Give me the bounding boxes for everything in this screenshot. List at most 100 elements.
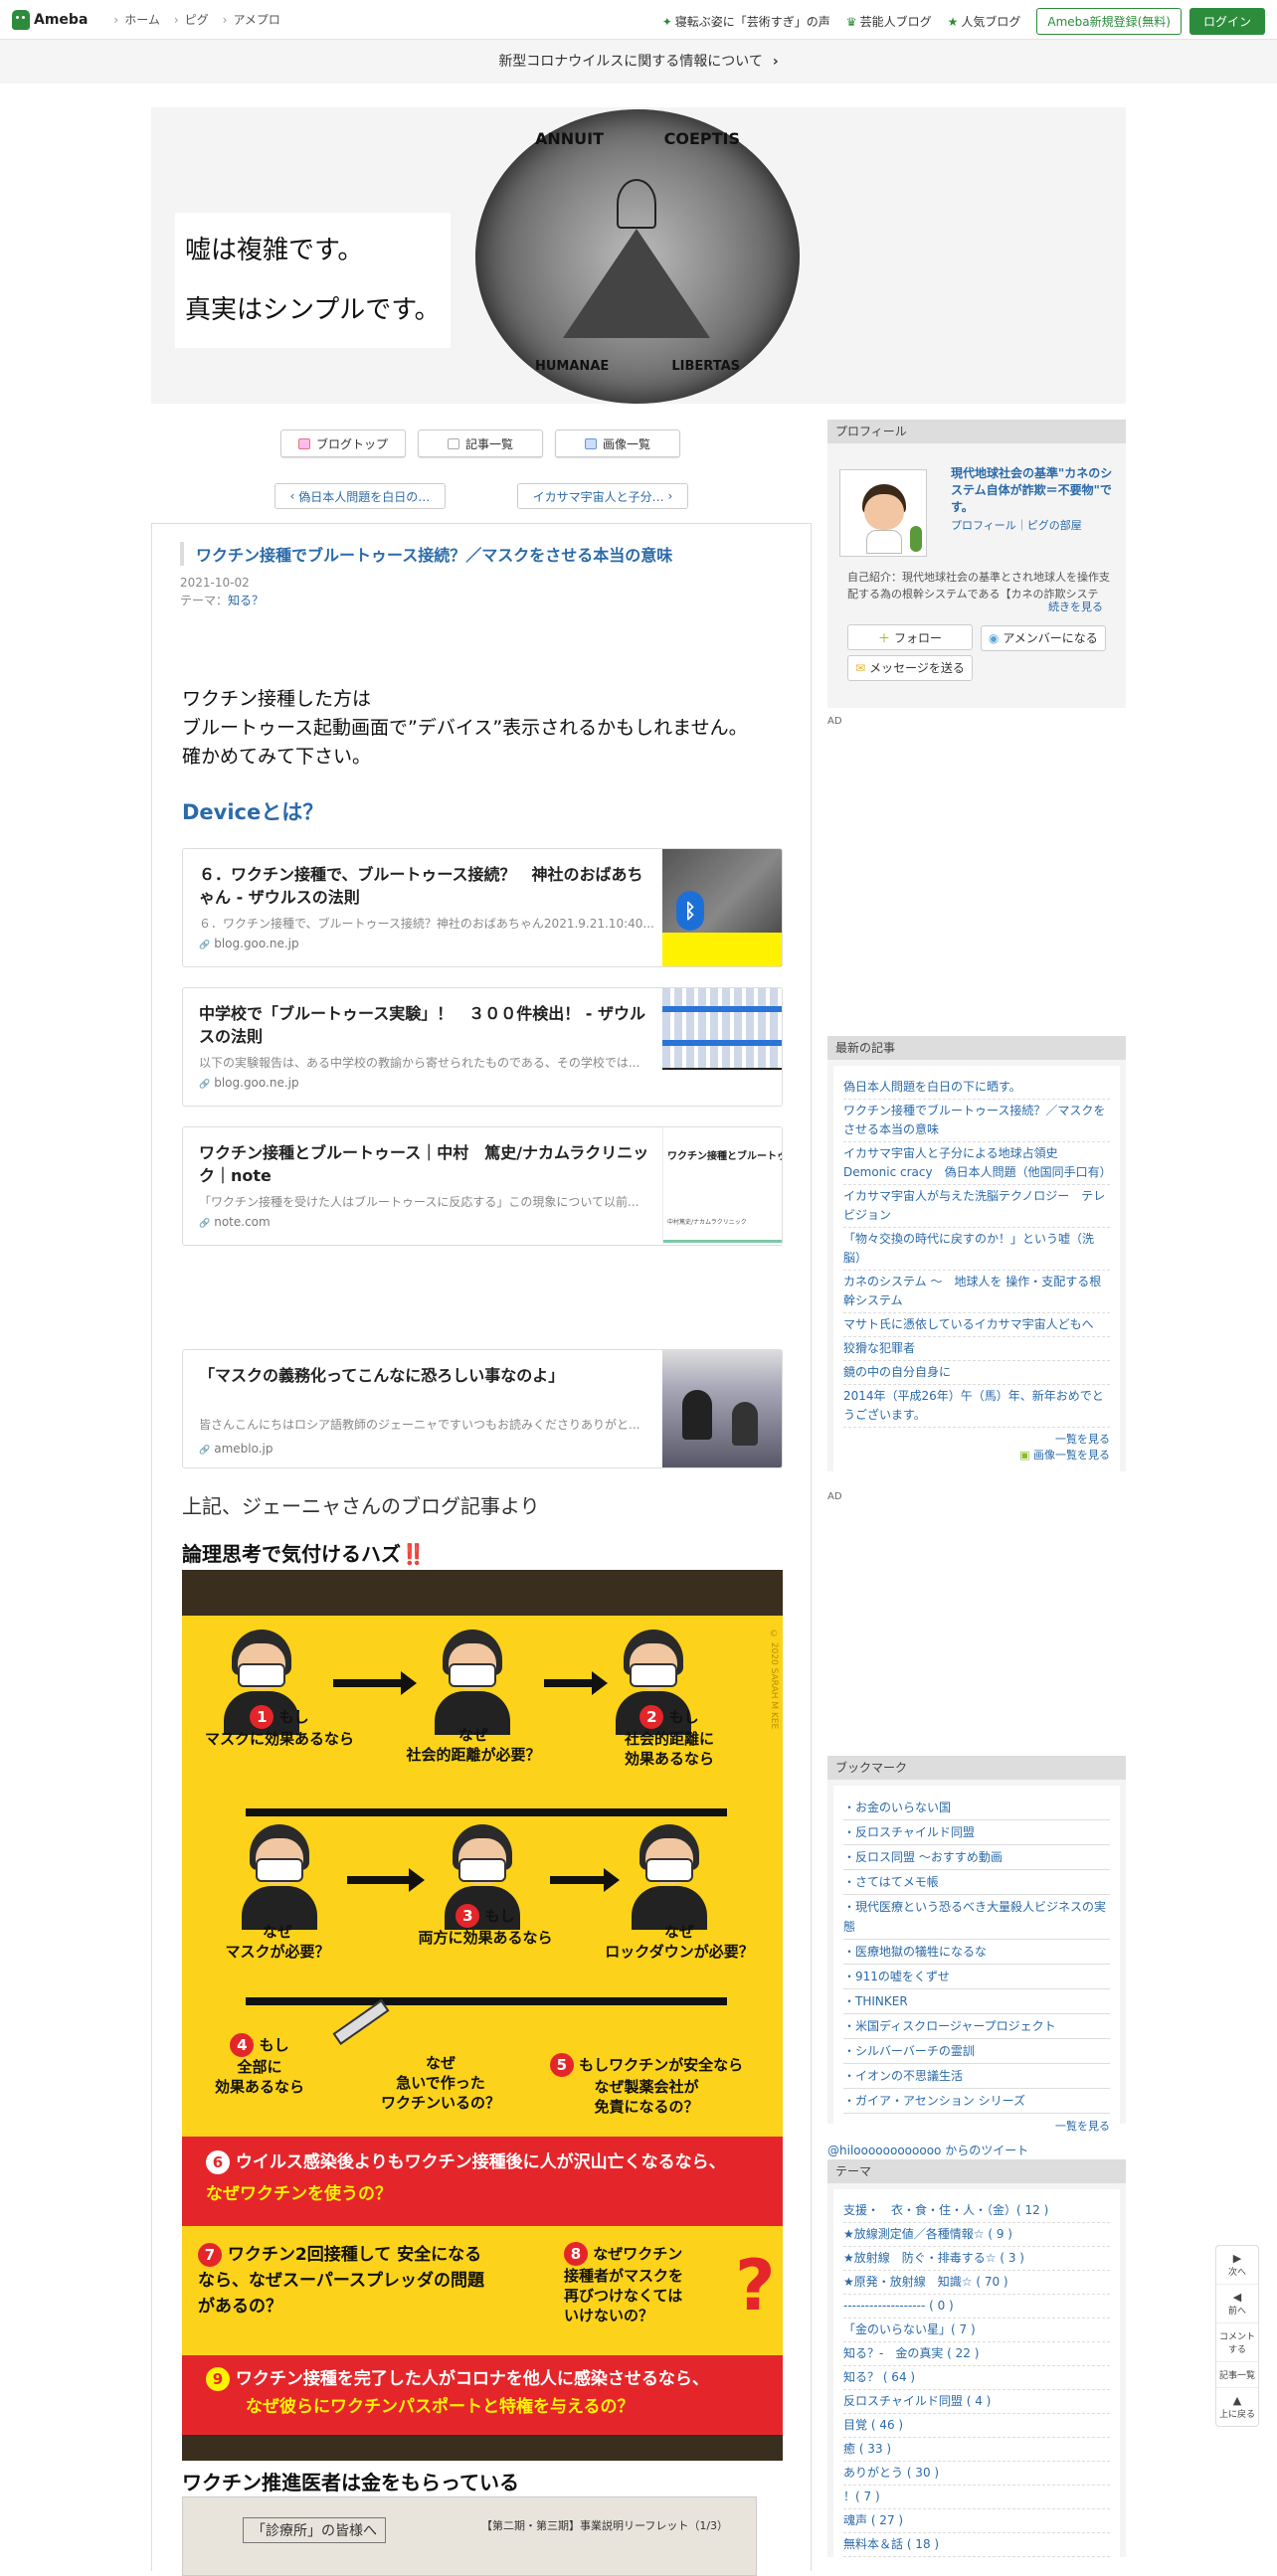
bookmark-link[interactable]: ・THINKER	[843, 1989, 1110, 2014]
next-button[interactable]: ▶ 次へ	[1216, 2246, 1258, 2285]
login-button[interactable]: ログイン	[1188, 8, 1265, 35]
theme-link[interactable]: 知る？ ( 64 )	[843, 2366, 1110, 2390]
theme-link[interactable]: ！( 7 )	[843, 2486, 1110, 2509]
top-bar: Ameba ホーム ピグ アメプロ ✦寝転ぶ姿に「芸術すぎ」の声 ♛芸能人ブログ…	[0, 0, 1277, 40]
theme-link[interactable]: 支援・ 衣・食・住・人・（金）( 12 )	[843, 2199, 1110, 2223]
register-button[interactable]: Ameba新規登録(無料)	[1036, 8, 1182, 35]
bookmark-link[interactable]: ・米国ディスクロージャープロジェクト	[843, 2014, 1110, 2039]
theme-link[interactable]: 無料本＆話 ( 18 )	[843, 2533, 1110, 2557]
bookmark-link[interactable]: ・シルバーバーチの霊訓	[843, 2039, 1110, 2064]
theme-header: テーマ	[827, 2159, 1126, 2183]
prev-article-button[interactable]: ‹ 偽日本人問題を白日の…	[274, 483, 446, 509]
article-lead: ワクチン接種した方は ブルートゥース起動画面で”デバイス”表示されるかもしれませ…	[182, 688, 748, 768]
link-card[interactable]: 「マスクの義務化ってこんなに恐ろしい事なのよ」 皆さんこんにちはロシア語教師のジ…	[182, 1349, 783, 1468]
thumb-caption-shape	[662, 933, 782, 966]
floating-nav: ▶ 次へ ◀ 前へ コメントする 記事一覧 ▲ 上に戻る	[1215, 2245, 1259, 2427]
bookmark-link[interactable]: ・さてはてメモ帳	[843, 1870, 1110, 1895]
theme-link[interactable]: 「金のいらない星」( 7 )	[843, 2318, 1110, 2342]
bookmark-link[interactable]: ・911の嘘をくずせ	[843, 1965, 1110, 1989]
amember-button[interactable]: ◉ アメンバーになる	[980, 624, 1106, 651]
recent-article-link[interactable]: 「物々交換の時代に戻すのか！」という嘘（洗脳）	[843, 1228, 1110, 1271]
nav-amepro[interactable]: アメプロ	[223, 11, 279, 28]
tab-blog-top[interactable]: ブログトップ	[280, 429, 406, 457]
link-card[interactable]: ６．ワクチン接種で、ブルートゥース接続？ 神社のおばあちゃん - ザウルスの法則…	[182, 848, 783, 967]
recent-article-link[interactable]: 偽日本人問題を白日の下に晒す。	[843, 1076, 1110, 1100]
recent-article-link[interactable]: 鏡の中の自分自身に	[843, 1361, 1110, 1385]
chevron-right-icon: ›	[772, 54, 779, 70]
recent-article-link[interactable]: ワクチン接種でブルートゥース接続？／マスクをさせる本当の意味	[843, 1100, 1110, 1142]
comment-button[interactable]: コメントする	[1216, 2323, 1258, 2362]
recent-article-link[interactable]: カネのシステム ～ 地球人を 操作・支配する根幹システム	[843, 1271, 1110, 1313]
leaflet-image[interactable]: 「診療所」の皆様へ 【第二期・第三期】事業説明リーフレット（1/3）	[182, 2496, 757, 2576]
bookmark-link[interactable]: ・イオンの不思議生活	[843, 2064, 1110, 2089]
back-to-top-button[interactable]: ▲ 上に戻る	[1216, 2388, 1258, 2426]
poster-q3: 3 もし 両方に効果あるなら	[401, 1904, 570, 1948]
poster-q1b: なぜ 社会的距離が必要？	[406, 1726, 541, 1764]
poster-q9b: なぜ彼らにワクチンパスポートと特権を与えるの？	[246, 2397, 635, 2417]
crown-icon: ♛	[845, 14, 857, 29]
link-card[interactable]: 中学校で「ブルートゥース実験」！ ３００件検出！ - ザウルスの法則 以下の実験…	[182, 987, 783, 1107]
theme-link[interactable]: 反ロスチャイルド同盟 ( 4 )	[843, 2390, 1110, 2414]
zigzag-line	[246, 1808, 727, 1816]
article-title[interactable]: ワクチン接種でブルートゥース接続？／マスクをさせる本当の意味	[180, 542, 777, 566]
bookmark-link[interactable]: ・反ロスチャイルド同盟	[843, 1820, 1110, 1845]
covid-notice-bar[interactable]: 新型コロナウイルスに関する情報について ›	[0, 40, 1277, 84]
article-list-button[interactable]: 記事一覧	[1216, 2362, 1258, 2388]
profile-more-link[interactable]: 続きを見る	[1048, 599, 1103, 614]
bookmark-all-link[interactable]: 一覧を見る	[1055, 2120, 1110, 2133]
theme-link[interactable]: 知る？	[228, 594, 264, 607]
recent-all-link[interactable]: 一覧を見る	[1055, 1433, 1110, 1446]
logic-poster-image[interactable]: 1 もし マスクに効果あるなら なぜ 社会的距離が必要？ 2 もし 社会的距離に 効果…	[182, 1570, 783, 2461]
recent-article-link[interactable]: イカサマ宇宙人と子分による地球占領史 Demonic cracy 偽日本人問題（…	[843, 1142, 1112, 1185]
theme-link[interactable]: ありがとう ( 30 )	[843, 2462, 1110, 2486]
prev-button[interactable]: ◀ 前へ	[1216, 2285, 1258, 2323]
theme-link[interactable]: ------------------- ( 0 )	[843, 2295, 1110, 2318]
poster-yellow-panel-2: 7 ワクチン2回接種して 安全になる なら、なぜスーパースプレッダの問題 がある…	[182, 2226, 783, 2355]
theme-link[interactable]: ★原発・放射線 知識☆ ( 70 )	[843, 2271, 1110, 2295]
recent-article-link[interactable]: イカサマ宇宙人が与えた洗脳テクノロジー テレビジョン	[843, 1185, 1110, 1228]
recent-article-link[interactable]: 2014年（平成26年）午（馬）年、新年おめでとうございます。	[843, 1385, 1110, 1428]
top-right: ✦ 寝転ぶ姿に「芸術すぎ」の声 ♛ 芸能人ブログ ★ 人気ブログ Ameba新規登録(…	[646, 8, 1265, 35]
poster-q9: 9 ワクチン接種を完了した人がコロナを他人に感染させるなら、	[206, 2365, 709, 2393]
card-thumbnail	[662, 988, 782, 1106]
bookmark-link[interactable]: ・医療地獄の犠牲になるな	[843, 1940, 1110, 1965]
theme-link[interactable]: ★放線測定値／各種情報☆ ( 9 )	[843, 2223, 1110, 2247]
recent-article-link[interactable]: 狡猾な犯罪者	[843, 1337, 1110, 1361]
sparkle-icon: ✦	[661, 14, 672, 29]
theme-link[interactable]: 目覚 ( 46 )	[843, 2414, 1110, 2438]
tab-article-list[interactable]: 記事一覧	[418, 429, 543, 457]
plus-icon: ＋	[877, 630, 890, 645]
ameba-logo[interactable]: Ameba	[12, 9, 88, 30]
images-all-link[interactable]: 画像一覧を見る	[1033, 1449, 1110, 1461]
star-icon: ★	[947, 14, 959, 29]
tab-image-list[interactable]: 画像一覧	[555, 429, 680, 457]
theme-link[interactable]: ★放射線 防ぐ・排毒する☆ ( 3 )	[843, 2247, 1110, 2271]
theme-link[interactable]: 知る？- 金の真実 ( 22 )	[843, 2342, 1110, 2366]
bookmark-link[interactable]: ・反ロス同盟 ～おすすめ動画	[843, 1845, 1110, 1870]
recent-article-link[interactable]: マサト氏に憑依しているイカサマ宇宙人どもへ	[843, 1313, 1110, 1337]
follow-button[interactable]: ＋フォロー	[847, 624, 973, 650]
source-note: 上記、ジェーニャさんのブログ記事より	[182, 1494, 540, 1518]
theme-link[interactable]: 癒 ( 33 )	[843, 2438, 1110, 2462]
profile-name[interactable]: 現代地球社会の基準"カネのシステム自体が詐欺＝不要物"です。	[951, 465, 1114, 516]
profile-links[interactable]: プロフィール｜ピグの部屋	[951, 517, 1082, 533]
message-button[interactable]: ✉ メッセージを送る	[847, 654, 973, 681]
celebrity-blog-link[interactable]: ♛ 芸能人ブログ	[846, 13, 932, 30]
bookmark-link[interactable]: ・現代医療という恐るべき大量殺人ビジネスの実態	[843, 1895, 1110, 1940]
blog-header-image[interactable]: ANNUIT COEPTIS HUMANAE LIBERTAS 嘘は複雑です。 …	[151, 107, 1126, 404]
theme-link[interactable]: 魂声 ( 27 )	[843, 2509, 1110, 2533]
nav-pigg[interactable]: ピグ	[174, 11, 209, 28]
bookmark-link[interactable]: ・お金のいらない国	[843, 1796, 1110, 1820]
next-article-button[interactable]: イカサマ宇宙人と子分… ›	[517, 483, 688, 509]
avatar[interactable]	[839, 469, 927, 557]
nav-home[interactable]: ホーム	[113, 11, 160, 28]
bookmark-header: ブックマーク	[827, 1756, 1126, 1780]
device-heading[interactable]: Deviceとは？	[182, 796, 323, 826]
link-card[interactable]: ワクチン接種とブルートゥース｜中村 篤史/ナカムラクリニック｜note 「ワクチ…	[182, 1126, 783, 1246]
bluetooth-icon: ᛒ	[676, 891, 704, 931]
syringe-icon	[332, 1999, 390, 2045]
bookmark-link[interactable]: ・ガイア・アセンション シリーズ	[843, 2089, 1110, 2114]
popular-blog-link[interactable]: ★ 人気ブログ	[948, 13, 1021, 30]
tweets-link[interactable]: @hiloooooooooooo からのツイート	[827, 2142, 1028, 2158]
topic-link[interactable]: ✦ 寝転ぶ姿に「芸術すぎ」の声	[662, 13, 830, 30]
